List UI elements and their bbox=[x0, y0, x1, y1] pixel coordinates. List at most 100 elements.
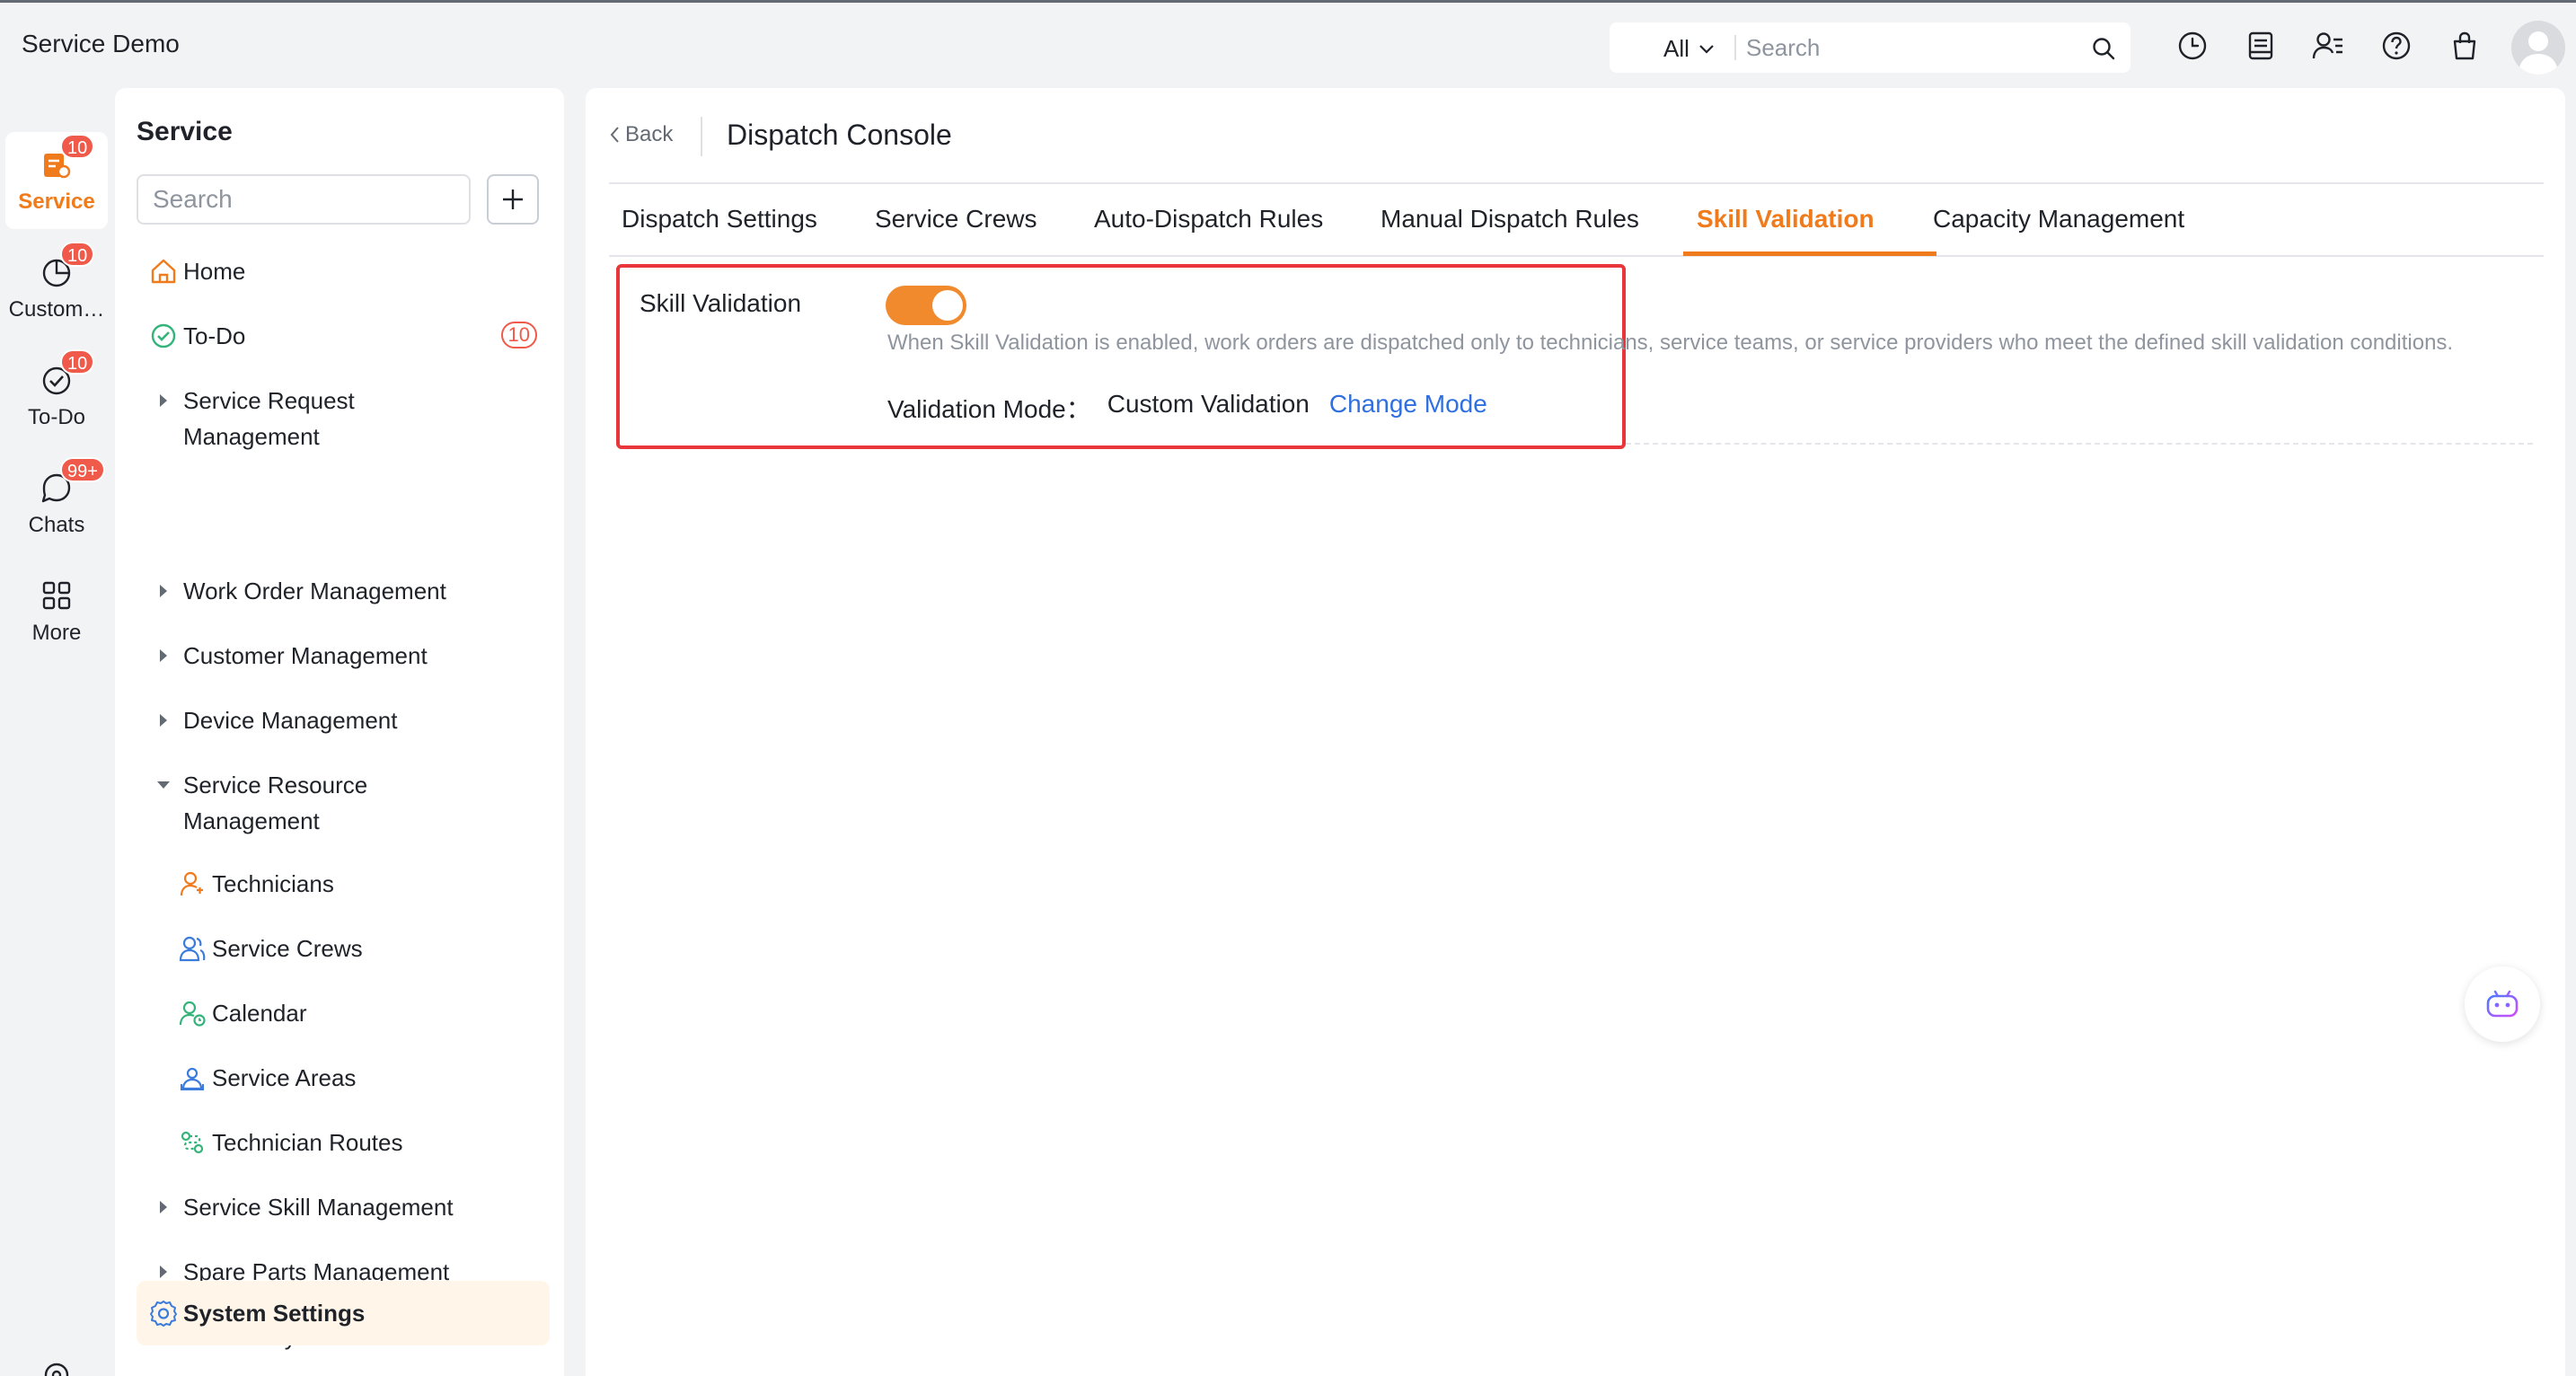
tab-skill-validation[interactable]: Skill Validation bbox=[1697, 205, 1875, 234]
rail-badge: 10 bbox=[60, 349, 95, 375]
caret-down-icon bbox=[147, 767, 180, 803]
search-divider bbox=[1734, 35, 1736, 60]
search-icon[interactable] bbox=[2091, 36, 2116, 61]
header-divider bbox=[701, 117, 702, 156]
chevron-down-icon bbox=[1698, 44, 1715, 55]
sidebar-item-technician-routes[interactable]: Technician Routes bbox=[176, 1125, 550, 1160]
sidebar-item-service-resource-management[interactable]: Service Resource Management bbox=[137, 767, 550, 839]
grid-icon bbox=[39, 578, 75, 613]
clock-icon[interactable] bbox=[2177, 31, 2208, 61]
active-tab-indicator bbox=[1683, 251, 1936, 256]
rail-badge: 99+ bbox=[60, 457, 105, 482]
global-search-input[interactable] bbox=[1746, 30, 2069, 66]
sidebar-title: Service bbox=[137, 117, 233, 146]
pie-chart-icon: 10 bbox=[39, 242, 95, 290]
contacts-icon[interactable] bbox=[2312, 31, 2344, 61]
chat-bubble-icon: 99+ bbox=[39, 457, 105, 506]
user-avatar[interactable] bbox=[2511, 21, 2565, 75]
home-icon bbox=[147, 253, 180, 289]
search-scope-label: All bbox=[1663, 35, 1689, 62]
sidebar-item-label: Home bbox=[183, 258, 246, 285]
calendar-user-icon bbox=[176, 995, 208, 1031]
top-bar: Service Demo All bbox=[0, 0, 2576, 86]
main-content: Back Dispatch Console Dispatch Settings … bbox=[586, 88, 2565, 1376]
sidebar-item-device-management[interactable]: Device Management bbox=[137, 702, 550, 738]
help-icon[interactable] bbox=[2381, 31, 2412, 61]
rail-item-chats[interactable]: 99+ Chats bbox=[5, 455, 108, 552]
todo-count-badge: 10 bbox=[500, 322, 537, 348]
tab-capacity-management[interactable]: Capacity Management bbox=[1933, 205, 2184, 234]
skill-validation-label: Skill Validation bbox=[640, 289, 802, 317]
caret-right-icon bbox=[147, 1189, 180, 1225]
sidebar-item-label: To-Do bbox=[183, 322, 246, 349]
tab-manual-dispatch-rules[interactable]: Manual Dispatch Rules bbox=[1381, 205, 1639, 234]
sidebar-item-service-request-management[interactable]: Service Request Management bbox=[137, 383, 550, 454]
rail-label: More bbox=[31, 621, 82, 645]
rail-item-service[interactable]: 10 Service bbox=[5, 132, 108, 229]
rail-badge: 10 bbox=[60, 242, 95, 267]
crew-icon bbox=[176, 931, 208, 966]
tab-dispatch-settings[interactable]: Dispatch Settings bbox=[622, 205, 817, 234]
robot-icon bbox=[2484, 988, 2520, 1020]
gear-icon bbox=[147, 1295, 180, 1331]
sidebar-item-work-order-management[interactable]: Work Order Management bbox=[137, 573, 550, 609]
add-button[interactable] bbox=[487, 174, 539, 225]
rail-label: Chats bbox=[28, 513, 85, 537]
sidebar-item-label: Service Crews bbox=[212, 935, 363, 962]
rail-item-customers[interactable]: 10 Custom… bbox=[5, 240, 108, 337]
sidebar-item-technicians[interactable]: Technicians bbox=[176, 866, 550, 902]
skill-validation-description: When Skill Validation is enabled, work o… bbox=[887, 331, 2454, 355]
caret-right-icon bbox=[147, 702, 180, 738]
caret-right-icon bbox=[147, 638, 180, 674]
global-search: All bbox=[1610, 22, 2130, 73]
sidebar-item-label: Device Management bbox=[183, 707, 398, 734]
change-mode-link[interactable]: Change Mode bbox=[1329, 390, 1487, 426]
sidebar-item-home[interactable]: Home bbox=[137, 253, 550, 289]
sidebar-item-todo[interactable]: To-Do 10 bbox=[137, 318, 550, 354]
app-title: Service Demo bbox=[22, 30, 180, 57]
chevron-left-icon bbox=[609, 126, 620, 144]
tabs-divider bbox=[609, 255, 2544, 257]
settings-icon[interactable] bbox=[41, 1360, 72, 1376]
ai-assistant-button[interactable] bbox=[2465, 966, 2540, 1042]
route-icon bbox=[176, 1125, 208, 1160]
sidebar-item-label: System Settings bbox=[183, 1300, 366, 1327]
sidebar-item-calendar[interactable]: Calendar bbox=[176, 995, 550, 1031]
rail-badge: 10 bbox=[60, 134, 95, 159]
sidebar-item-customer-management[interactable]: Customer Management bbox=[137, 638, 550, 674]
rail-label: Service bbox=[18, 190, 95, 214]
area-icon bbox=[176, 1060, 208, 1096]
header-divider-line bbox=[609, 182, 2544, 184]
sidebar-item-service-crews[interactable]: Service Crews bbox=[176, 931, 550, 966]
back-button[interactable]: Back bbox=[609, 122, 673, 147]
bag-icon[interactable] bbox=[2449, 31, 2480, 61]
tab-service-crews[interactable]: Service Crews bbox=[875, 205, 1037, 234]
sidebar-item-service-areas[interactable]: Service Areas bbox=[176, 1060, 550, 1096]
search-scope-dropdown[interactable]: All bbox=[1663, 35, 1715, 63]
sidebar-item-label: Work Order Management bbox=[183, 578, 446, 604]
caret-right-icon bbox=[147, 383, 180, 419]
tab-auto-dispatch-rules[interactable]: Auto-Dispatch Rules bbox=[1094, 205, 1323, 234]
sidebar-item-label: Technicians bbox=[212, 870, 334, 897]
sidebar-item-label: Service Request Management bbox=[183, 387, 355, 450]
sidebar-item-label: Calendar bbox=[212, 1000, 307, 1027]
sidebar-item-label: Service Skill Management bbox=[183, 1194, 454, 1221]
sidebar-item-system-settings[interactable]: System Settings bbox=[137, 1281, 550, 1345]
rail-label: To-Do bbox=[27, 405, 86, 429]
check-circle-icon bbox=[147, 318, 180, 354]
validation-mode-value: Custom Validation bbox=[1107, 390, 1310, 418]
rail-item-todo[interactable]: 10 To-Do bbox=[5, 348, 108, 445]
notes-icon[interactable] bbox=[2245, 31, 2276, 61]
rail-item-more[interactable]: More bbox=[5, 563, 108, 660]
sidebar-item-label: Customer Management bbox=[183, 642, 428, 669]
sidebar-item-label: Technician Routes bbox=[212, 1129, 403, 1156]
rail-label: Custom… bbox=[8, 297, 105, 322]
toggle-knob bbox=[932, 290, 963, 321]
technician-icon bbox=[176, 866, 208, 902]
skill-validation-toggle[interactable] bbox=[886, 286, 966, 325]
section-divider bbox=[1626, 443, 2533, 445]
sidebar-item-service-skill-management[interactable]: Service Skill Management bbox=[137, 1189, 550, 1225]
sidebar-search-input[interactable] bbox=[137, 174, 471, 225]
plus-icon bbox=[503, 190, 523, 209]
check-circle-icon: 10 bbox=[39, 349, 95, 398]
